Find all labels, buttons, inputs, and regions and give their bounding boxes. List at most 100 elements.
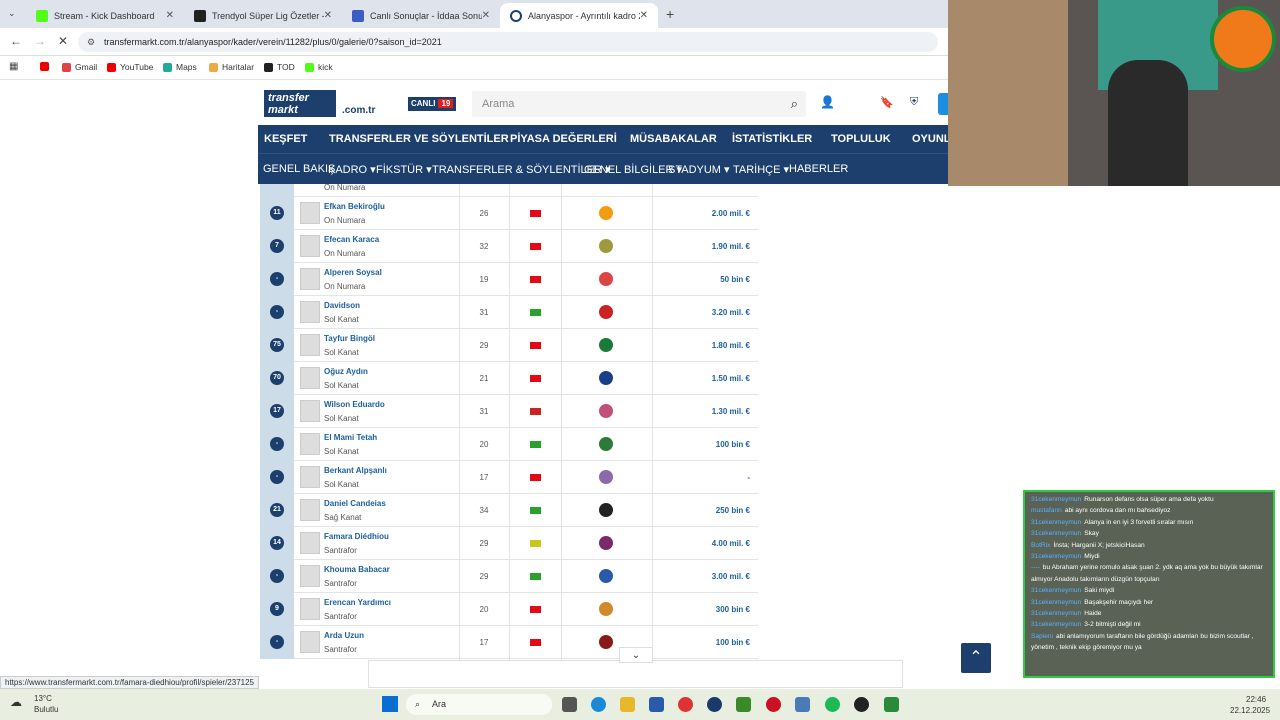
previous-club-icon[interactable]	[599, 305, 613, 319]
folder-icon[interactable]	[620, 697, 635, 712]
bookmark-haritalar[interactable]: Haritalar	[209, 62, 254, 72]
forward-icon[interactable]: →	[34, 34, 46, 48]
scroll-top-button[interactable]: ⌃	[961, 643, 991, 673]
bookmark-gmail[interactable]: Gmail	[62, 62, 97, 72]
market-value[interactable]: 100 bin €	[716, 638, 750, 647]
bookmark-youtube-mini[interactable]	[40, 62, 53, 71]
player-name-link[interactable]: Alperen Soysal	[324, 268, 382, 277]
player-photo[interactable]	[300, 235, 320, 257]
nav-topluluk[interactable]: TOPLULUK	[831, 133, 891, 145]
previous-club-icon[interactable]	[599, 569, 613, 583]
market-value[interactable]: 1.50 mil. €	[712, 374, 750, 383]
previous-club-icon[interactable]	[599, 536, 613, 550]
previous-club-icon[interactable]	[599, 206, 613, 220]
close-icon[interactable]: ✕	[324, 10, 332, 21]
market-value[interactable]: 300 bin €	[716, 605, 750, 614]
previous-club-icon[interactable]	[599, 635, 613, 649]
url-field[interactable]: ⚙ transfermarkt.com.tr/alanyaspor/kader/…	[78, 32, 938, 52]
shield-icon[interactable]: ⛨	[910, 96, 918, 109]
player-name-link[interactable]: Oğuz Aydın	[324, 367, 368, 376]
market-value[interactable]: 4.00 mil. €	[712, 539, 750, 548]
previous-club-icon[interactable]	[599, 239, 613, 253]
previous-club-icon[interactable]	[599, 602, 613, 616]
live-button[interactable]: CANLI 19	[408, 97, 457, 111]
xbox-icon[interactable]	[884, 697, 899, 712]
tab-trendyol[interactable]: Trendyol Süper Lig Özetler - Fu ✕	[184, 3, 342, 28]
bookmark-youtube[interactable]: YouTube	[107, 62, 153, 72]
market-value[interactable]: 2.00 mil. €	[712, 209, 750, 218]
player-name-link[interactable]: Famara Diédhiou	[324, 532, 389, 541]
player-photo[interactable]	[300, 433, 320, 455]
market-value[interactable]: 250 bin €	[716, 506, 750, 515]
market-value[interactable]: 50 bin €	[720, 275, 750, 284]
market-value[interactable]: 3.00 mil. €	[712, 572, 750, 581]
market-value[interactable]: 1.30 mil. €	[712, 407, 750, 416]
stop-icon[interactable]: ✕	[58, 34, 68, 48]
player-photo[interactable]	[300, 598, 320, 620]
steam-icon[interactable]	[707, 697, 722, 712]
market-value[interactable]: 1.90 mil. €	[712, 242, 750, 251]
market-value[interactable]: 100 bin €	[716, 440, 750, 449]
back-icon[interactable]: ←	[10, 34, 22, 48]
previous-club-icon[interactable]	[599, 338, 613, 352]
player-name-link[interactable]: Berkant Alpşanlı	[324, 466, 387, 475]
windows-start-icon[interactable]	[382, 696, 398, 712]
previous-club-icon[interactable]	[599, 371, 613, 385]
bookmark-tod[interactable]: TOD	[264, 62, 295, 72]
obs-icon[interactable]	[854, 697, 869, 712]
tab-kick-dashboard[interactable]: Stream - Kick Dashboard ✕	[26, 3, 184, 28]
market-value[interactable]: -	[747, 473, 750, 482]
edge-icon[interactable]	[591, 697, 606, 712]
spotify-icon[interactable]	[825, 697, 840, 712]
previous-club-icon[interactable]	[599, 437, 613, 451]
previous-club-icon[interactable]	[599, 404, 613, 418]
new-tab-icon[interactable]: +	[666, 6, 674, 22]
file-explorer-icon[interactable]	[562, 697, 577, 712]
player-photo[interactable]	[300, 202, 320, 224]
player-photo[interactable]	[300, 532, 320, 554]
subnav-stadyum[interactable]: STADYUM ▾	[668, 163, 730, 176]
previous-club-icon[interactable]	[599, 470, 613, 484]
subnav-fikstur[interactable]: FİKSTÜR ▾	[376, 163, 432, 176]
subnav-haberler[interactable]: HABERLER	[789, 163, 848, 175]
close-icon[interactable]: ✕	[640, 10, 648, 21]
player-photo[interactable]	[300, 301, 320, 323]
player-photo[interactable]	[300, 565, 320, 587]
player-name-link[interactable]: Wilson Eduardo	[324, 400, 385, 409]
user-search-icon[interactable]: 👤	[820, 95, 835, 109]
tab-canli-sonuclar[interactable]: Canlı Sonuçlar - İddaa Sonuçla ✕	[342, 3, 500, 28]
nav-transferler[interactable]: TRANSFERLER VE SÖYLENTİLER	[329, 133, 509, 145]
previous-club-icon[interactable]	[599, 272, 613, 286]
player-name-link[interactable]: Tayfur Bingöl	[324, 334, 375, 343]
tab-alanyaspor[interactable]: Alanyaspor - Ayrıntılı kadro 21/ ✕	[500, 3, 658, 28]
subnav-tarihce[interactable]: TARİHÇE ▾	[733, 163, 789, 176]
player-name-link[interactable]: El Mami Tetah	[324, 433, 377, 442]
minecraft-icon[interactable]	[736, 697, 751, 712]
nav-musabakalar[interactable]: MÜSABAKALAR	[630, 133, 717, 145]
player-name-link[interactable]: Daniel Candeias	[324, 499, 386, 508]
apps-icon[interactable]: ▦	[9, 61, 18, 72]
chevron-down-icon[interactable]: ⌄	[619, 647, 653, 663]
player-photo[interactable]	[300, 367, 320, 389]
player-name-link[interactable]: Efecan Karaca	[324, 235, 379, 244]
subnav-kadro[interactable]: KADRO ▾	[328, 163, 376, 176]
player-name-link[interactable]: Erencan Yardımcı	[324, 598, 391, 607]
nav-oyunlar[interactable]: OYUNL	[912, 133, 951, 145]
tab-list-icon[interactable]: ⌄	[8, 8, 16, 19]
player-name-link[interactable]: Khouma Babacar	[324, 565, 390, 574]
market-value[interactable]: 1.80 mil. €	[712, 341, 750, 350]
nav-kesfet[interactable]: KEŞFET	[264, 133, 307, 145]
search-input[interactable]: Arama ⌕	[472, 91, 806, 117]
notepad-icon[interactable]	[795, 697, 810, 712]
player-photo[interactable]	[300, 499, 320, 521]
bookmark-icon[interactable]: 🔖	[880, 96, 894, 109]
player-photo[interactable]	[300, 268, 320, 290]
taskbar-search[interactable]: ⌕ Ara	[406, 694, 552, 715]
nav-piyasa[interactable]: PİYASA DEĞERLERİ	[510, 133, 617, 145]
subnav-genel-bakis[interactable]: GENEL BAKIŞ	[263, 163, 335, 175]
transfermarkt-logo[interactable]: transfer markt	[264, 90, 336, 117]
chrome-icon[interactable]	[678, 697, 693, 712]
store-icon[interactable]	[649, 697, 664, 712]
account-button[interactable]	[938, 93, 948, 115]
bookmark-maps[interactable]: Maps	[163, 62, 197, 72]
